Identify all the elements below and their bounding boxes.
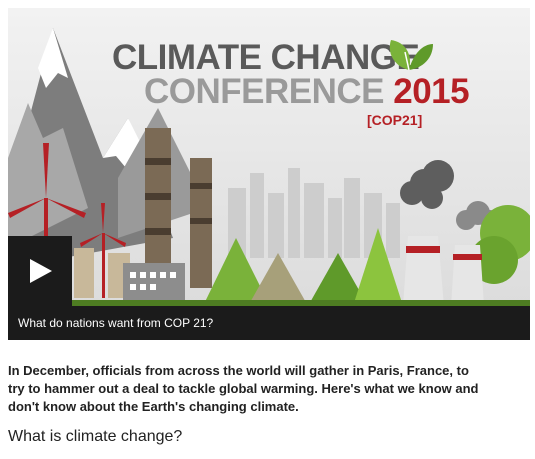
title-year: 2015 <box>393 72 470 111</box>
video-player[interactable]: CLIMATE CHANGE CONFERENCE 2015 [COP21] W… <box>8 8 530 340</box>
title-line-2-prefix: CONFERENCE <box>144 72 394 111</box>
play-button[interactable] <box>8 236 72 306</box>
leaf-icon <box>389 40 433 71</box>
video-caption: What do nations want from COP 21? <box>18 316 214 330</box>
conference-title: CLIMATE CHANGE CONFERENCE 2015 [COP21] <box>8 8 530 148</box>
video-caption-bar[interactable]: What do nations want from COP 21? <box>8 306 530 340</box>
article-intro: In December, officials from across the w… <box>8 363 479 414</box>
title-line-2: CONFERENCE 2015 <box>144 72 470 112</box>
title-tag: [COP21] <box>367 112 423 128</box>
play-icon <box>30 259 52 283</box>
section-heading: What is climate change? <box>8 428 183 445</box>
